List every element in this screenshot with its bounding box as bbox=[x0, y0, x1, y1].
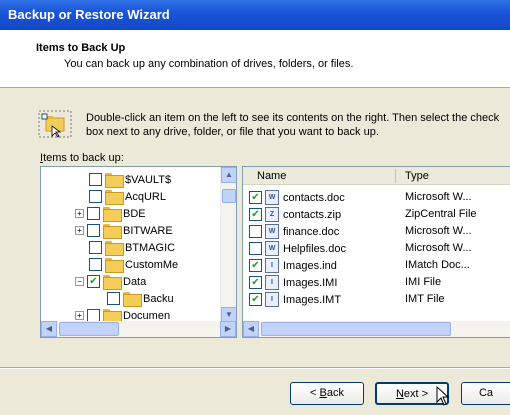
title-bar: Backup or Restore Wizard bbox=[0, 0, 510, 30]
tree-item-checkbox[interactable] bbox=[87, 224, 100, 237]
wizard-header: Items to Back Up You can back up any com… bbox=[0, 30, 510, 88]
tree-item[interactable]: $VAULT$ bbox=[89, 171, 171, 188]
tree-horizontal-scrollbar[interactable]: ◀ ▶ bbox=[41, 321, 236, 337]
file-icon: Z bbox=[265, 207, 279, 222]
list-horizontal-scrollbar[interactable]: ◀ bbox=[243, 321, 510, 337]
tree-item-checkbox[interactable] bbox=[89, 190, 102, 203]
scroll-up-icon[interactable]: ▲ bbox=[221, 167, 236, 183]
file-checkbox[interactable]: ✔ bbox=[249, 293, 262, 306]
page-subtitle: You can back up any combination of drive… bbox=[64, 58, 354, 70]
list-item[interactable]: ✔ I Images.ind IMatch Doc... bbox=[249, 257, 509, 274]
file-type: IMI File bbox=[405, 276, 442, 288]
tree-item[interactable]: CustomMe bbox=[89, 256, 178, 273]
tree-item-label: Data bbox=[123, 275, 147, 288]
expand-icon[interactable]: + bbox=[75, 311, 84, 320]
tree-item-checkbox[interactable] bbox=[89, 241, 102, 254]
tree-item-checkbox[interactable] bbox=[89, 258, 102, 271]
scroll-left-icon[interactable]: ◀ bbox=[243, 321, 259, 337]
tree-item[interactable]: BTMAGIC bbox=[89, 239, 175, 256]
file-icon: W bbox=[265, 241, 279, 256]
tree-item-checkbox[interactable] bbox=[107, 292, 120, 305]
tree-item-label: BDE bbox=[123, 207, 146, 220]
folder-tree[interactable]: $VAULT$ AcqURL + BDE + BITWARE BTMAGIC CustomMe… bbox=[40, 166, 237, 338]
file-name: Images.ind bbox=[283, 259, 337, 272]
expand-icon[interactable]: + bbox=[75, 209, 84, 218]
list-hscroll-thumb[interactable] bbox=[261, 322, 451, 336]
folder-icon bbox=[103, 275, 122, 290]
file-name: Helpfiles.doc bbox=[283, 242, 346, 255]
file-icon: W bbox=[265, 224, 279, 239]
file-checkbox[interactable] bbox=[249, 225, 262, 238]
list-item[interactable]: W Helpfiles.doc Microsoft W... bbox=[249, 240, 509, 257]
tree-item-label: Backu bbox=[143, 292, 174, 305]
folder-icon bbox=[105, 258, 124, 273]
tree-item[interactable]: − ✔ Data bbox=[75, 273, 146, 290]
file-checkbox[interactable]: ✔ bbox=[249, 276, 262, 289]
file-name: contacts.doc bbox=[283, 191, 345, 204]
list-header: Name Type bbox=[243, 167, 510, 185]
cancel-button[interactable]: Ca bbox=[461, 382, 510, 405]
tree-item[interactable]: + BITWARE bbox=[75, 222, 173, 239]
file-type: IMatch Doc... bbox=[405, 259, 470, 271]
tree-item-label: CustomMe bbox=[125, 258, 179, 271]
file-type: Microsoft W... bbox=[405, 191, 472, 203]
tree-vertical-scrollbar[interactable]: ▲ ▼ bbox=[220, 167, 236, 323]
list-item[interactable]: Wfinance.doc Microsoft W... bbox=[249, 223, 509, 240]
collapse-icon[interactable]: − bbox=[75, 277, 84, 286]
file-checkbox[interactable] bbox=[249, 242, 262, 255]
file-type: Microsoft W... bbox=[405, 242, 472, 254]
file-type: Microsoft W... bbox=[405, 225, 472, 237]
tree-item[interactable]: Backu bbox=[107, 290, 174, 307]
folder-icon bbox=[105, 190, 124, 205]
tree-item-checkbox[interactable]: ✔ bbox=[87, 275, 100, 288]
list-item[interactable]: ✔ Zcontacts.zip ZipCentral File bbox=[249, 206, 509, 223]
folder-icon bbox=[105, 241, 124, 256]
folder-icon bbox=[103, 224, 122, 239]
column-name[interactable]: Name bbox=[257, 170, 286, 182]
tree-item-checkbox[interactable] bbox=[87, 207, 100, 220]
folder-icon bbox=[123, 292, 142, 307]
file-type: IMT File bbox=[405, 293, 445, 305]
page-title: Items to Back Up bbox=[36, 42, 126, 54]
tree-item-label: Documen bbox=[123, 309, 171, 322]
tree-item-label: $VAULT$ bbox=[125, 173, 172, 186]
file-icon: W bbox=[265, 190, 279, 205]
column-type[interactable]: Type bbox=[405, 170, 429, 182]
file-checkbox[interactable]: ✔ bbox=[249, 191, 262, 204]
tree-item-label: BITWARE bbox=[123, 224, 173, 237]
file-name: finance.doc bbox=[283, 225, 340, 238]
tree-item-label: BTMAGIC bbox=[125, 241, 176, 254]
file-checkbox[interactable]: ✔ bbox=[249, 259, 262, 272]
tree-item-label: AcqURL bbox=[125, 190, 166, 203]
mouse-pointer-icon bbox=[436, 386, 450, 406]
expand-icon[interactable]: + bbox=[75, 226, 84, 235]
file-name: Images.IMT bbox=[283, 293, 342, 306]
tree-item[interactable]: + BDE bbox=[75, 205, 146, 222]
file-name: contacts.zip bbox=[283, 208, 342, 221]
folder-pointer-icon bbox=[38, 110, 72, 138]
tree-scroll-thumb[interactable] bbox=[222, 189, 236, 203]
file-checkbox[interactable]: ✔ bbox=[249, 208, 262, 221]
tree-item[interactable]: AcqURL bbox=[89, 188, 166, 205]
scroll-left-icon[interactable]: ◀ bbox=[41, 321, 57, 337]
instruction-text: Double-click an item on the left to see … bbox=[86, 112, 500, 138]
tree-hscroll-thumb[interactable] bbox=[59, 322, 119, 336]
file-icon: I bbox=[265, 258, 279, 273]
scroll-right-icon[interactable]: ▶ bbox=[220, 321, 236, 337]
folder-icon bbox=[105, 173, 124, 188]
window-title: Backup or Restore Wizard bbox=[8, 7, 170, 22]
back-button[interactable]: < Back bbox=[290, 382, 364, 405]
file-type: ZipCentral File bbox=[405, 208, 477, 220]
footer-divider bbox=[0, 367, 510, 369]
list-item[interactable]: ✔ I Images.IMI IMI File bbox=[249, 274, 509, 291]
list-item[interactable]: ✔ Wcontacts.doc Microsoft W... bbox=[249, 189, 509, 206]
file-icon: I bbox=[265, 292, 279, 307]
list-item[interactable]: ✔ I Images.IMT IMT File bbox=[249, 291, 509, 308]
folder-icon bbox=[103, 207, 122, 222]
file-name: Images.IMI bbox=[283, 276, 338, 289]
items-to-back-up-label: Items to back up: bbox=[40, 152, 124, 164]
tree-item-checkbox[interactable] bbox=[89, 173, 102, 186]
file-list[interactable]: Name Type ✔ Wcontacts.doc Microsoft W... ✔ Z… bbox=[242, 166, 510, 338]
file-icon: I bbox=[265, 275, 279, 290]
